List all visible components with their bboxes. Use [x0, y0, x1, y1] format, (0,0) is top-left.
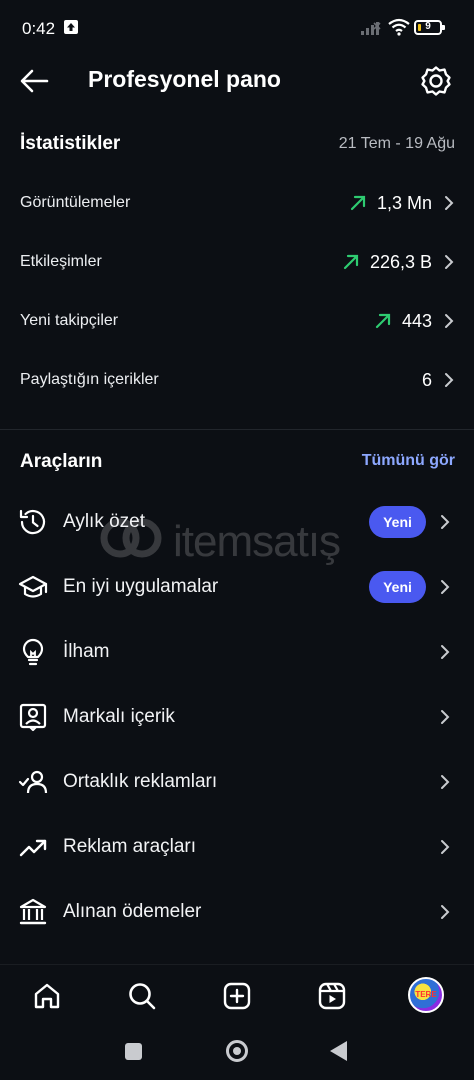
app-header: Profesyonel pano [0, 56, 474, 106]
statistics-header: İstatistikler 21 Tem - 19 Ağu [20, 133, 455, 157]
create-icon[interactable] [222, 981, 252, 1011]
stat-value: 443 [401, 310, 432, 331]
stat-row-shared-content[interactable]: Paylaştığın içerikler 6 [0, 355, 474, 407]
stat-row-interactions[interactable]: Etkileşimler 226,3 B [0, 237, 474, 289]
history-icon [19, 509, 46, 535]
tools-title: Araçların [20, 451, 103, 472]
profile-avatar[interactable]: TERE [408, 977, 444, 1013]
chevron-right-icon [441, 840, 450, 854]
stat-value: 1,3 Mn [376, 192, 432, 213]
tool-row-branded-content[interactable]: Markalı içerik [0, 686, 474, 750]
home-button[interactable] [226, 1040, 248, 1062]
tool-label: Markalı içerik [63, 706, 175, 727]
tool-label: İlham [63, 641, 110, 662]
trend-up-arrow-icon [375, 313, 391, 329]
chevron-right-icon [445, 196, 454, 210]
home-icon[interactable] [32, 981, 62, 1011]
tool-label: En iyi uygulamalar [63, 576, 219, 597]
new-badge: Yeni [369, 571, 426, 603]
status-bar: 0:42 9 [0, 0, 474, 56]
bank-icon [19, 898, 47, 925]
tool-label: Aylık özet [63, 511, 146, 532]
settings-gear-icon[interactable] [420, 65, 452, 97]
branded-content-icon [19, 703, 47, 732]
tool-row-ad-tools[interactable]: Reklam araçları [0, 816, 474, 880]
chevron-right-icon [441, 710, 450, 724]
tool-row-partnership-ads[interactable]: Ortaklık reklamları [0, 751, 474, 815]
chevron-right-icon [445, 314, 454, 328]
stat-label: Görüntülemeler [20, 194, 131, 211]
status-time: 0:42 [22, 19, 56, 38]
chevron-right-icon [441, 515, 450, 529]
chevron-right-icon [441, 645, 450, 659]
bottom-nav: TERE [0, 964, 474, 1027]
stat-label: Yeni takipçiler [20, 312, 119, 329]
section-divider [0, 429, 474, 430]
trend-up-arrow-icon [350, 195, 366, 211]
page-title: Profesyonel pano [88, 66, 281, 92]
chevron-right-icon [445, 373, 454, 387]
stat-row-new-followers[interactable]: Yeni takipçiler 443 [0, 296, 474, 348]
stat-label: Etkileşimler [20, 253, 102, 270]
graduation-cap-icon [18, 575, 48, 598]
tool-row-monthly-summary[interactable]: Aylık özet Yeni [0, 491, 474, 555]
see-all-link[interactable]: Tümünü gör [362, 452, 455, 470]
tool-row-payouts[interactable]: Alınan ödemeler [0, 881, 474, 945]
recents-button[interactable] [125, 1043, 142, 1060]
back-button[interactable] [330, 1041, 347, 1061]
stat-row-views[interactable]: Görüntülemeler 1,3 Mn [0, 178, 474, 230]
chevron-right-icon [441, 905, 450, 919]
stat-value: 226,3 B [369, 251, 432, 272]
partnership-ads-icon [18, 770, 48, 794]
lightbulb-icon [22, 638, 44, 666]
system-nav-bar [0, 1026, 474, 1080]
chevron-right-icon [441, 580, 450, 594]
tool-row-inspiration[interactable]: İlham [0, 621, 474, 685]
date-range[interactable]: 21 Tem - 19 Ağu [339, 135, 455, 153]
trend-up-arrow-icon [343, 254, 359, 270]
trending-up-icon [19, 839, 47, 857]
chevron-right-icon [441, 775, 450, 789]
chevron-right-icon [445, 255, 454, 269]
statistics-title: İstatistikler [20, 133, 121, 154]
stat-label: Paylaştığın içerikler [20, 371, 159, 388]
reels-icon[interactable] [317, 981, 347, 1011]
tool-label: Reklam araçları [63, 836, 197, 857]
avatar-text: TERE [415, 990, 437, 999]
signal-icon [360, 20, 382, 41]
back-arrow-icon[interactable] [18, 66, 50, 96]
tools-header: Araçların Tümünü gör [20, 449, 455, 475]
battery-level: 9 [425, 21, 431, 32]
search-icon[interactable] [127, 981, 157, 1011]
tool-label: Alınan ödemeler [63, 901, 202, 922]
tool-row-best-practices[interactable]: En iyi uygulamalar Yeni [0, 556, 474, 620]
tool-label: Ortaklık reklamları [63, 771, 218, 792]
upload-icon [64, 20, 78, 34]
new-badge: Yeni [369, 506, 426, 538]
battery-icon: 9 [414, 20, 445, 35]
wifi-icon [388, 18, 410, 41]
stat-value: 6 [421, 369, 432, 390]
